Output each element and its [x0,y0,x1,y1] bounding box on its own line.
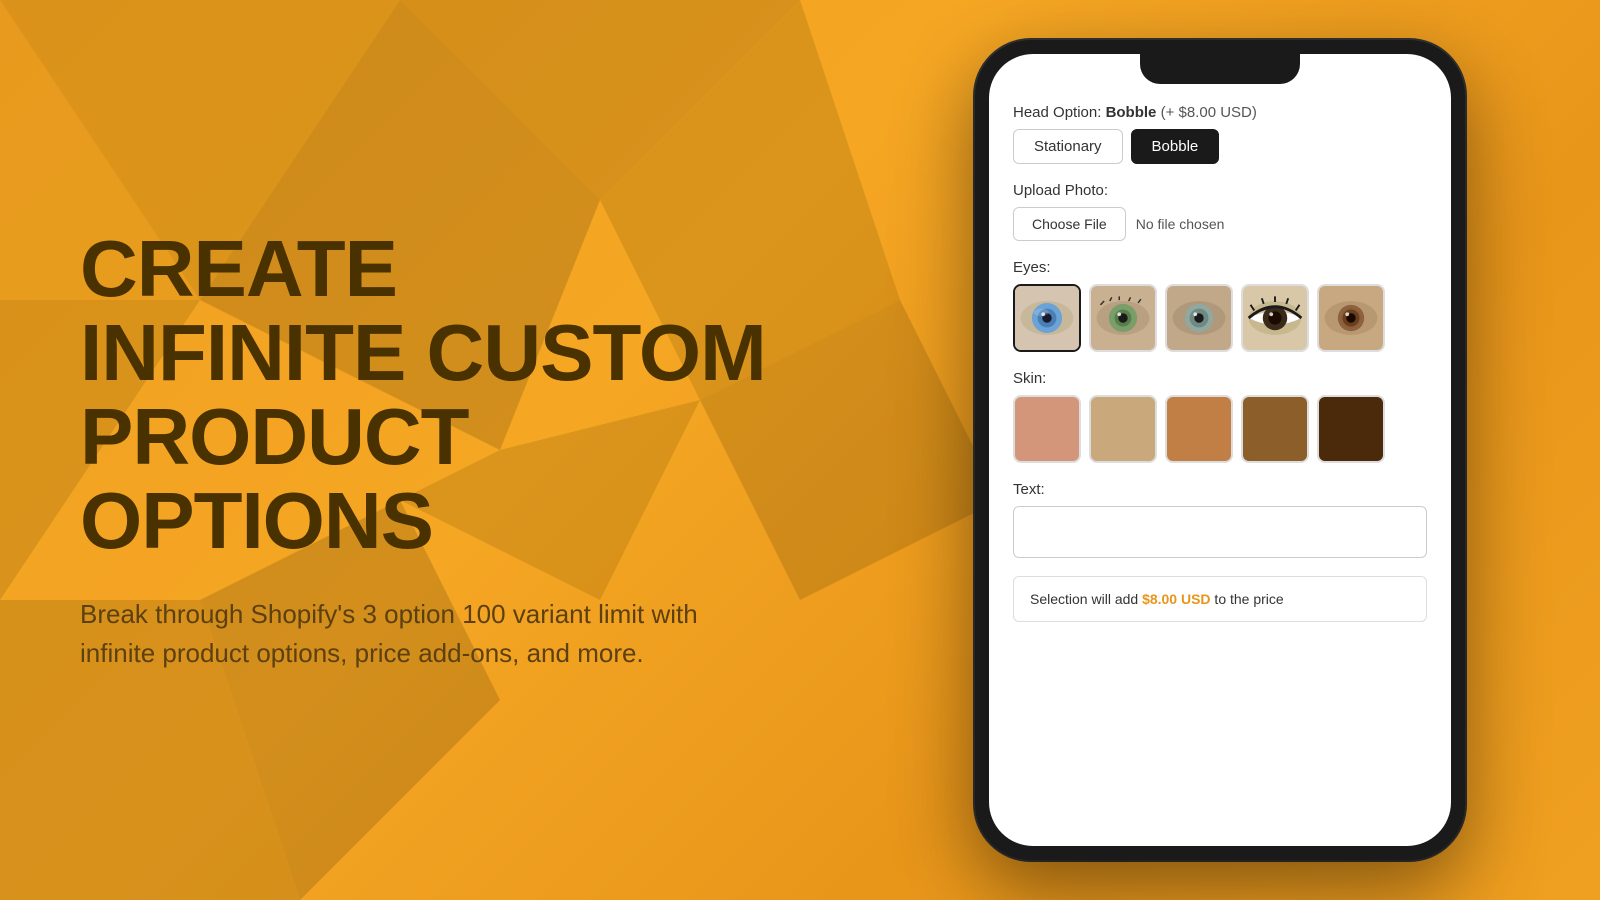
eye-swatch-4[interactable] [1241,284,1309,352]
headline-line3: PRODUCT OPTIONS [80,395,840,563]
file-row: Choose File No file chosen [1013,207,1427,241]
headline: CREATE INFINITE CUSTOM PRODUCT OPTIONS [80,227,840,563]
right-panel: Head Option: Bobble (+ $8.00 USD) Statio… [900,0,1600,900]
eyes-swatch-row [1013,284,1427,352]
text-section: Text: [1013,481,1427,558]
skin-label: Skin: [1013,370,1427,387]
phone-screen: Head Option: Bobble (+ $8.00 USD) Statio… [989,54,1451,846]
upload-section: Upload Photo: Choose File No file chosen [1013,182,1427,241]
headline-line1: CREATE [80,227,840,311]
skin-swatch-3[interactable] [1165,395,1233,463]
eye-swatch-1[interactable] [1013,284,1081,352]
head-option-toggle-group: Stationary Bobble [1013,129,1427,164]
upload-label: Upload Photo: [1013,182,1427,199]
skin-swatch-5[interactable] [1317,395,1385,463]
no-file-text: No file chosen [1136,216,1225,232]
price-banner-prefix: Selection will add [1030,591,1142,607]
left-panel: CREATE INFINITE CUSTOM PRODUCT OPTIONS B… [0,167,900,733]
screen-content: Head Option: Bobble (+ $8.00 USD) Statio… [989,84,1451,846]
head-option-label: Head Option: Bobble (+ $8.00 USD) [1013,104,1427,121]
skin-swatch-4[interactable] [1241,395,1309,463]
text-label: Text: [1013,481,1427,498]
skin-swatch-2[interactable] [1089,395,1157,463]
head-option-section: Head Option: Bobble (+ $8.00 USD) Statio… [1013,104,1427,164]
phone-notch [1140,54,1300,84]
price-banner-price: $8.00 USD [1142,591,1210,607]
eye-swatch-5[interactable] [1317,284,1385,352]
bobble-button[interactable]: Bobble [1131,129,1220,164]
phone-frame: Head Option: Bobble (+ $8.00 USD) Statio… [975,40,1465,860]
eye-swatch-3[interactable] [1165,284,1233,352]
eye-swatch-2[interactable] [1089,284,1157,352]
price-banner-suffix: to the price [1211,591,1284,607]
skin-swatch-1[interactable] [1013,395,1081,463]
headline-line2: INFINITE CUSTOM [80,311,840,395]
price-banner: Selection will add $8.00 USD to the pric… [1013,576,1427,622]
eyes-label: Eyes: [1013,259,1427,276]
skin-section: Skin: [1013,370,1427,463]
eyes-section: Eyes: [1013,259,1427,352]
stationary-button[interactable]: Stationary [1013,129,1123,164]
subtext: Break through Shopify's 3 option 100 var… [80,595,700,673]
skin-swatch-row [1013,395,1427,463]
text-input[interactable] [1013,506,1427,558]
choose-file-button[interactable]: Choose File [1013,207,1126,241]
